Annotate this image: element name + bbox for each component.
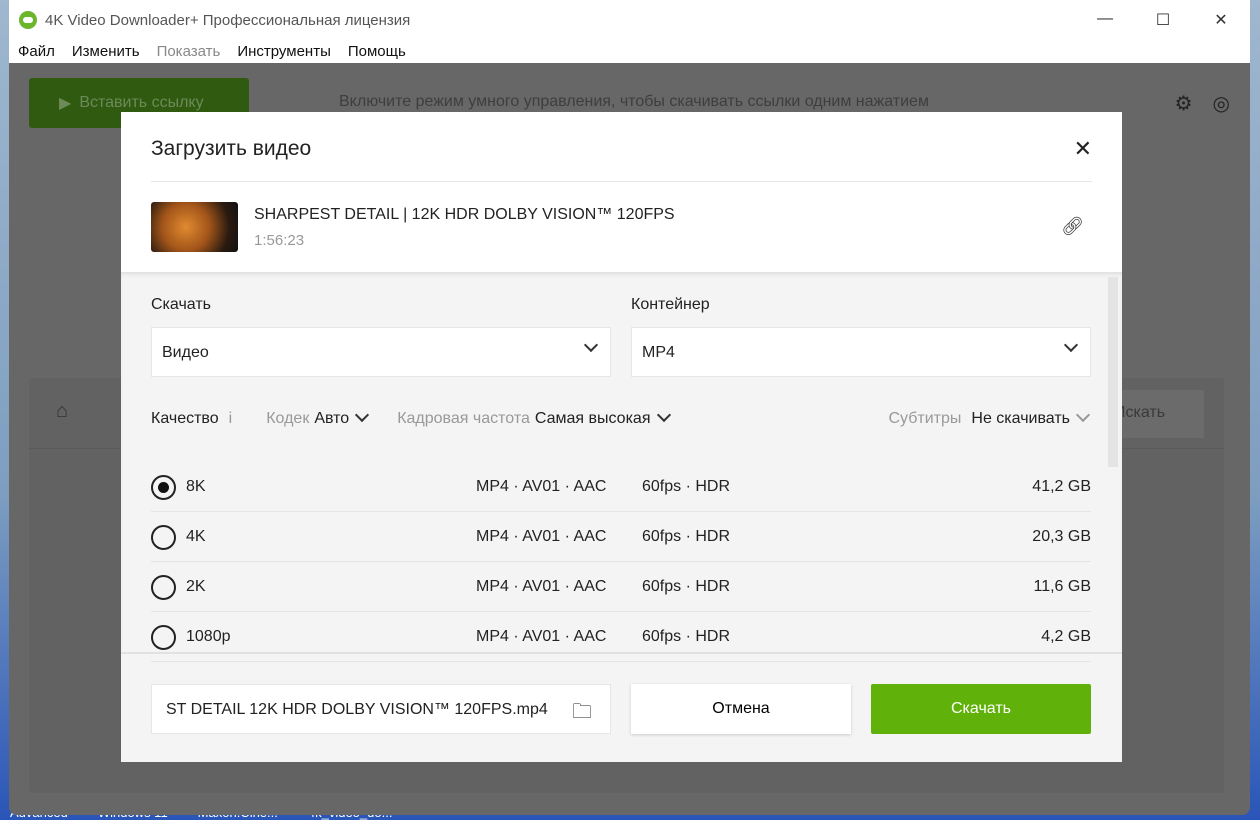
size-value: 20,3 GB <box>1032 528 1091 545</box>
menu-view[interactable]: Показать <box>157 43 221 60</box>
app-logo-icon <box>19 11 37 29</box>
download-type-value: Видео <box>162 344 209 361</box>
chevron-down-icon <box>1063 337 1079 353</box>
quality-radio[interactable] <box>151 625 176 650</box>
size-value: 41,2 GB <box>1032 478 1091 495</box>
video-thumbnail <box>151 202 238 252</box>
paste-link-label: Вставить ссылку <box>79 94 204 111</box>
quality-radio[interactable] <box>151 475 176 500</box>
quality-label: Качество <box>151 410 219 427</box>
quality-value: 4K <box>186 528 206 545</box>
chevron-down-icon <box>656 407 671 423</box>
download-type-select[interactable]: Видео <box>151 327 611 377</box>
menu-help[interactable]: Помощь <box>348 43 406 60</box>
menu-edit[interactable]: Изменить <box>72 43 140 60</box>
quality-radio[interactable] <box>151 525 176 550</box>
subtitles-value: Не скачивать <box>971 410 1070 427</box>
divider <box>151 181 1092 182</box>
codec-value: Авто <box>314 410 350 427</box>
menu-tools[interactable]: Инструменты <box>237 43 331 60</box>
quality-option-row[interactable]: 8K MP4 · AV01 · AAC 60fps · HDR 41,2 GB <box>151 462 1091 512</box>
home-icon[interactable]: ⌂ <box>56 400 68 423</box>
container-value: MP4 <box>642 344 675 361</box>
dialog-title: Загрузить видео <box>151 137 312 160</box>
size-value: 4,2 GB <box>1041 628 1091 645</box>
quality-value: 8K <box>186 478 206 495</box>
youtube-icon: ▶ <box>59 95 72 112</box>
window-title: 4K Video Downloader+ Профессиональная ли… <box>45 11 411 29</box>
folder-icon[interactable]: 🗀 <box>572 697 592 731</box>
close-icon[interactable]: ✕ <box>1074 136 1092 162</box>
download-video-dialog: Загрузить видео ✕ SHARPEST DETAIL | 12K … <box>121 112 1122 762</box>
format-value: MP4 · AV01 · AAC <box>476 578 607 595</box>
codec-dropdown[interactable]: Авто <box>314 407 370 428</box>
format-value: MP4 · AV01 · AAC <box>476 528 607 545</box>
filename-value: ST DETAIL 12K HDR DOLBY VISION™ 120FPS.m… <box>166 701 548 718</box>
container-select[interactable]: MP4 <box>631 327 1091 377</box>
video-duration: 1:56:23 <box>254 232 305 249</box>
title-bar: 4K Video Downloader+ Профессиональная ли… <box>9 0 1250 40</box>
chevron-down-icon <box>583 337 599 353</box>
codec-label: Кодек <box>266 410 310 427</box>
maximize-button[interactable]: ☐ <box>1134 10 1192 30</box>
account-icon[interactable]: ◎ <box>1213 91 1230 116</box>
quality-option-row[interactable]: 2K MP4 · AV01 · AAC 60fps · HDR 11,6 GB <box>151 562 1091 612</box>
quality-option-row[interactable]: 4K MP4 · AV01 · AAC 60fps · HDR 20,3 GB <box>151 512 1091 562</box>
menu-file[interactable]: Файл <box>18 43 55 60</box>
menu-bar: Файл Изменить Показать Инструменты Помощ… <box>9 40 1250 63</box>
fps-value: 60fps · HDR <box>642 478 731 495</box>
scrollbar[interactable] <box>1108 277 1118 467</box>
framerate-label: Кадровая частота <box>397 410 530 427</box>
filename-field[interactable]: ST DETAIL 12K HDR DOLBY VISION™ 120FPS.m… <box>151 684 611 734</box>
cancel-button[interactable]: Отмена <box>631 684 851 734</box>
format-value: MP4 · AV01 · AAC <box>476 628 607 645</box>
close-window-button[interactable]: ✕ <box>1192 10 1250 30</box>
framerate-dropdown[interactable]: Самая высокая <box>534 407 671 428</box>
link-icon[interactable]: 🔗︎ <box>1061 216 1084 237</box>
subtitles-dropdown[interactable]: Не скачивать <box>971 407 1091 428</box>
chevron-down-icon <box>355 407 370 423</box>
fps-value: 60fps · HDR <box>642 578 731 595</box>
chevron-down-icon <box>1075 407 1091 423</box>
quality-value: 2K <box>186 578 206 595</box>
format-value: MP4 · AV01 · AAC <box>476 478 607 495</box>
minimize-button[interactable]: — <box>1076 10 1134 30</box>
size-value: 11,6 GB <box>1033 578 1091 595</box>
fps-value: 60fps · HDR <box>642 628 731 645</box>
subtitles-label: Субтитры <box>888 410 962 427</box>
info-icon[interactable]: i <box>229 410 233 428</box>
quality-value: 1080p <box>186 628 231 645</box>
smart-mode-hint: Включите режим умного управления, чтобы … <box>339 93 929 110</box>
settings-gear-icon[interactable]: ⚙ <box>1175 91 1193 116</box>
framerate-value: Самая высокая <box>534 410 651 427</box>
fps-value: 60fps · HDR <box>642 528 731 545</box>
video-title: SHARPEST DETAIL | 12K HDR DOLBY VISION™ … <box>254 206 675 223</box>
download-type-label: Скачать <box>151 296 211 313</box>
container-label: Контейнер <box>631 296 710 313</box>
download-button[interactable]: Скачать <box>871 684 1091 734</box>
quality-radio[interactable] <box>151 575 176 600</box>
